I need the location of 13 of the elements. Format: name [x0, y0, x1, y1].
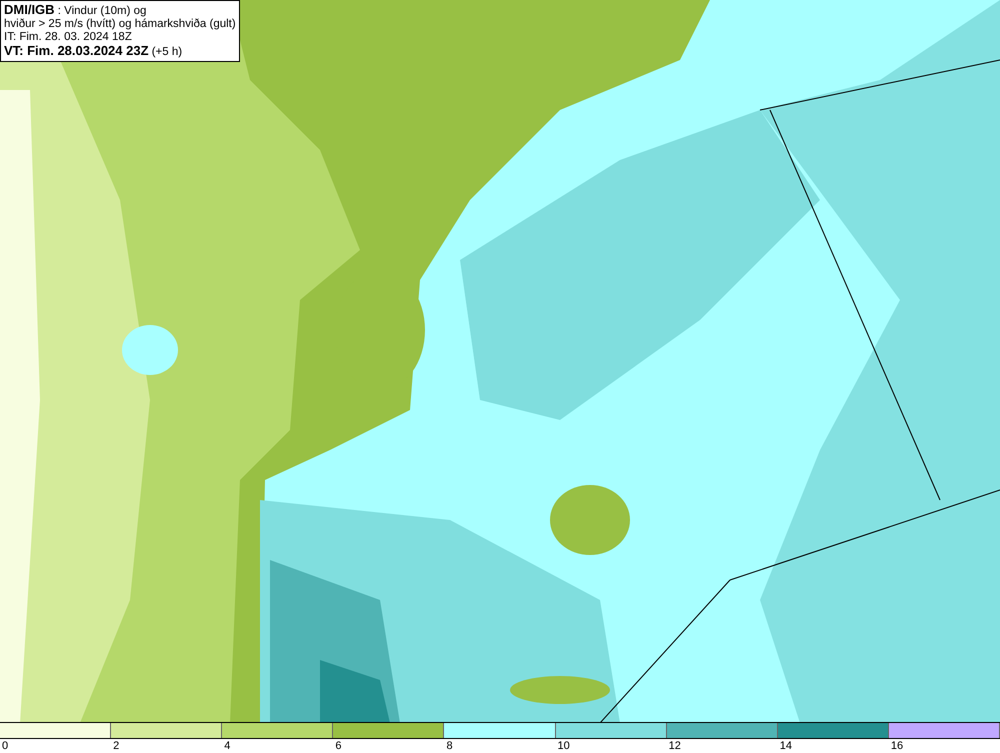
legend-tick-label: 10 — [558, 739, 570, 753]
legend-tick-label: 4 — [224, 739, 230, 753]
legend-tick-label: 12 — [668, 739, 681, 753]
info-text: DMI/IGB : Vindur (10m) og — [4, 3, 148, 18]
legend-tick-label: 16 — [890, 739, 904, 753]
info-text: VT: Fim. 28.03.2024 23Z (+5 h) — [4, 44, 184, 59]
legend-tick-label: 8 — [446, 739, 453, 753]
info-text: hviður > 25 m/s (hvítt) og hámarkshviða (gult) — [4, 18, 236, 31]
legend-tick-label: 2 — [113, 739, 120, 753]
legend-tick-label: 14 — [780, 739, 792, 753]
legend-tick-label: 6 — [335, 739, 342, 753]
legend-tick-label: 0 — [2, 739, 8, 753]
info-text: IT: Fim. 28. 03. 2024 18Z — [4, 31, 133, 44]
